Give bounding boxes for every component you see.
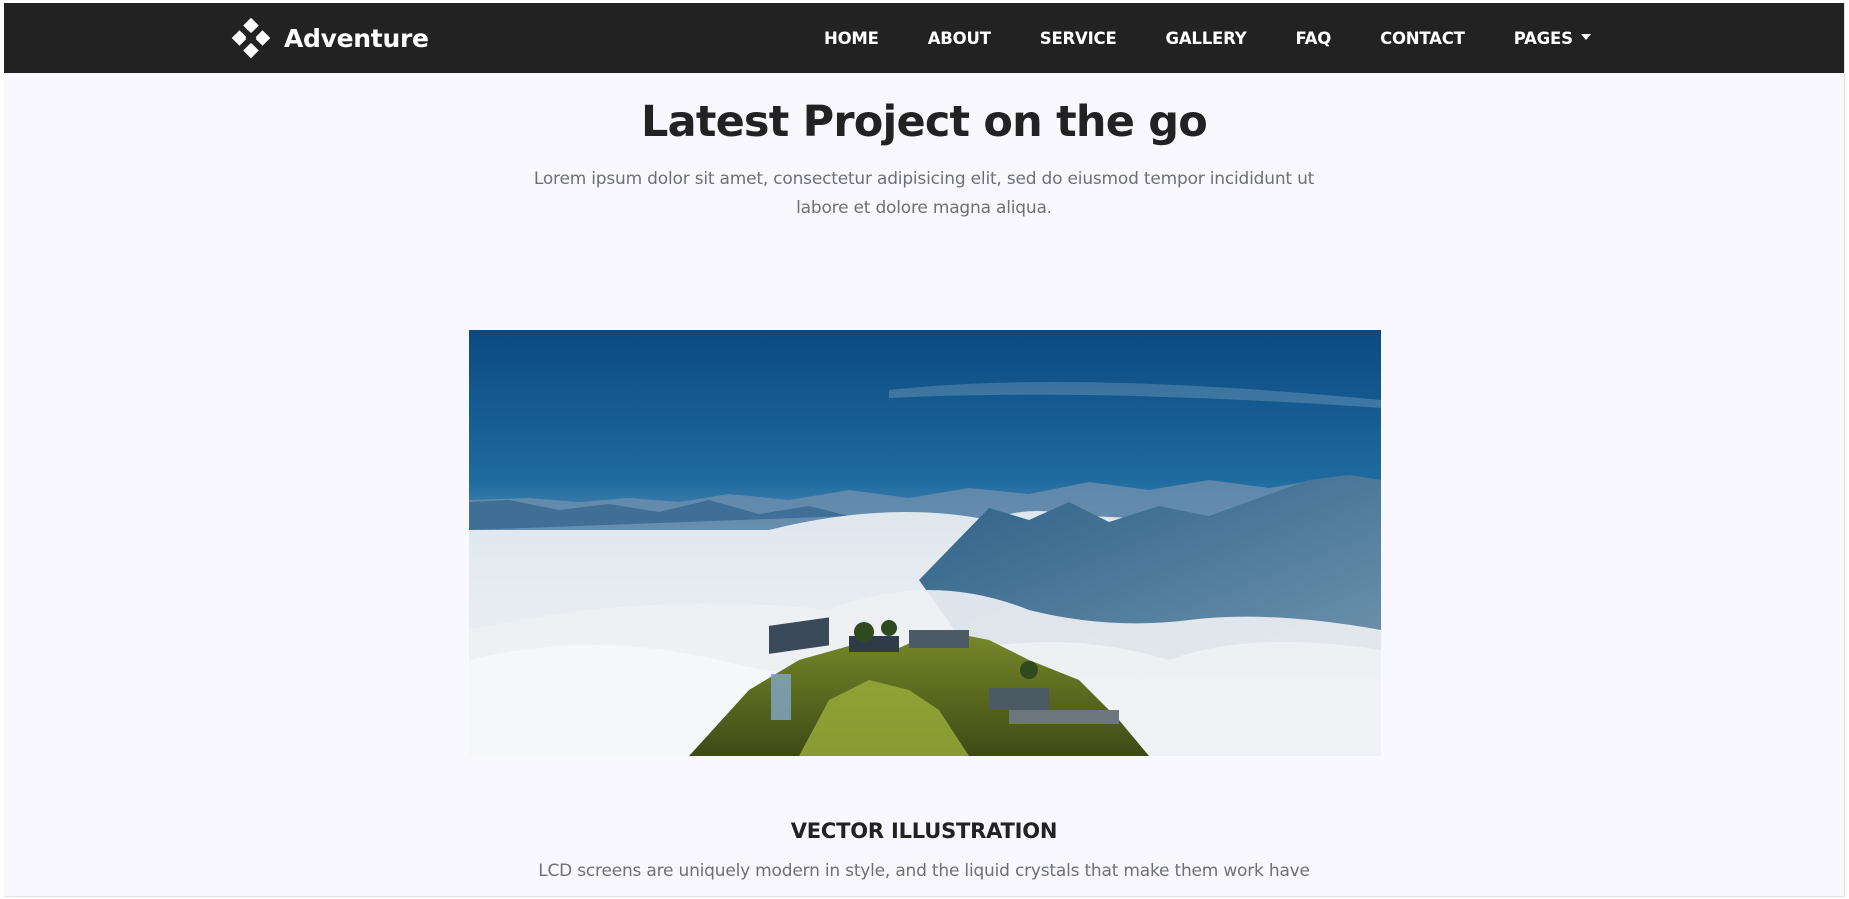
- main-nav: HOME ABOUT SERVICE GALLERY FAQ CONTACT P…: [824, 3, 1591, 73]
- project-card-text: LCD screens are uniquely modern in style…: [538, 861, 1310, 881]
- nav-pages-label: PAGES: [1513, 28, 1573, 48]
- mountain-landscape-image: [469, 330, 1381, 756]
- nav-gallery[interactable]: GALLERY: [1166, 29, 1247, 48]
- page: Adventure HOME ABOUT SERVICE GALLERY FAQ…: [4, 3, 1845, 897]
- diamond-cluster-logo-icon: [230, 17, 272, 59]
- top-navbar: Adventure HOME ABOUT SERVICE GALLERY FAQ…: [4, 3, 1844, 73]
- brand-logo-link[interactable]: Adventure: [230, 17, 429, 59]
- nav-home[interactable]: HOME: [824, 29, 879, 48]
- nav-service[interactable]: SERVICE: [1040, 29, 1117, 48]
- brand-name: Adventure: [284, 23, 429, 53]
- nav-about[interactable]: ABOUT: [928, 29, 991, 48]
- project-card-title: VECTOR ILLUSTRATION: [790, 819, 1058, 843]
- nav-contact[interactable]: CONTACT: [1380, 29, 1465, 48]
- nav-faq[interactable]: FAQ: [1295, 29, 1331, 48]
- caret-down-icon: [1580, 34, 1591, 40]
- section-subtitle: Lorem ipsum dolor sit amet, consectetur …: [533, 169, 1315, 218]
- project-image[interactable]: [469, 330, 1381, 756]
- nav-pages-dropdown[interactable]: PAGES: [1514, 29, 1591, 48]
- section-title: Latest Project on the go: [641, 97, 1208, 147]
